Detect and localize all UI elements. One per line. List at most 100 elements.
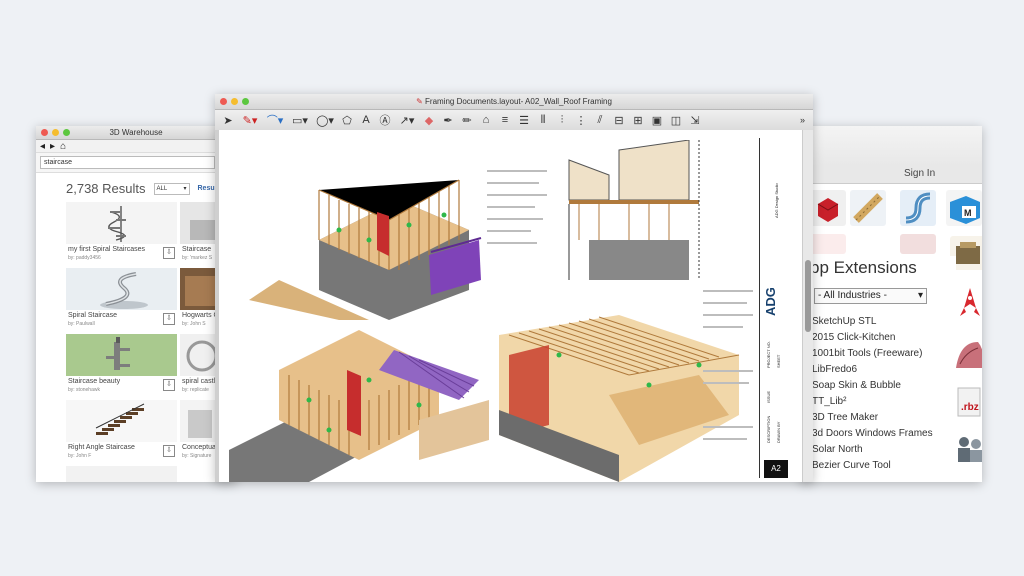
- join-tool-icon[interactable]: ⌂: [479, 113, 493, 127]
- industry-filter-select[interactable]: - All Industries -: [814, 288, 927, 304]
- model-title[interactable]: Conceptua: [182, 444, 216, 451]
- model-thumbnail[interactable]: [66, 466, 177, 482]
- extension-tile[interactable]: M: [946, 190, 982, 226]
- window-controls: [41, 129, 70, 136]
- framing-model-bottom-left[interactable]: [219, 310, 509, 482]
- zoom-button[interactable]: [63, 129, 70, 136]
- align-left-icon[interactable]: ≡: [498, 113, 512, 127]
- model-author[interactable]: by: stonehawk: [68, 387, 100, 393]
- align-top-icon[interactable]: ⫶: [555, 113, 569, 127]
- model-title[interactable]: spiral castle: [182, 378, 219, 385]
- extension-tile[interactable]: [850, 190, 886, 226]
- extension-tile[interactable]: [952, 430, 982, 466]
- download-icon[interactable]: ⇩: [163, 247, 175, 259]
- model-card[interactable]: Staircase beauty by: stonehawk ⇩: [66, 334, 177, 396]
- close-button[interactable]: [220, 98, 227, 105]
- style-tool-icon[interactable]: ✒: [441, 113, 455, 127]
- minimize-button[interactable]: [231, 98, 238, 105]
- model-card[interactable]: my first Spiral Staircases by: paddy3456…: [66, 202, 177, 264]
- minimize-button[interactable]: [52, 129, 59, 136]
- model-card[interactable]: Right Angle Staircase by: John F ⇩: [66, 400, 177, 462]
- scroll-thumb[interactable]: [805, 260, 811, 332]
- extension-list-item[interactable]: Bezier Curve Tool: [812, 458, 933, 474]
- eraser-tool-icon[interactable]: ◆: [422, 113, 436, 127]
- download-icon[interactable]: ⇩: [163, 313, 175, 325]
- roof-model[interactable]: [499, 315, 749, 482]
- group-icon[interactable]: ⊞: [631, 113, 645, 127]
- text-tool-icon[interactable]: A: [359, 113, 373, 127]
- extension-tile[interactable]: [900, 190, 936, 226]
- circle-tool-icon[interactable]: ◯▾: [315, 113, 335, 127]
- send-backward-icon[interactable]: ◫: [669, 113, 683, 127]
- search-input[interactable]: staircase: [40, 156, 215, 169]
- drawing-sheet[interactable]: ADG Design Studio ADG PROJECT NO. ISSUE …: [219, 130, 802, 482]
- extension-list-item[interactable]: Soap Skin & Bubble: [812, 378, 933, 394]
- align-right-icon[interactable]: ⫴: [536, 113, 550, 127]
- framing-model-top-left[interactable]: [219, 130, 519, 320]
- split-tool-icon[interactable]: ✏: [460, 113, 474, 127]
- extension-tile[interactable]: [810, 190, 846, 226]
- model-title[interactable]: Staircase beauty: [68, 378, 120, 385]
- align-center-icon[interactable]: ☰: [517, 113, 531, 127]
- extension-list-item[interactable]: 3d Doors Windows Frames: [812, 426, 933, 442]
- distribute-icon[interactable]: ⊟: [612, 113, 626, 127]
- model-author[interactable]: by: Paulwall: [68, 321, 95, 327]
- model-card[interactable]: Spiral Staircase by: Paulwall ⇩: [66, 268, 177, 330]
- model-author[interactable]: by: John S: [182, 321, 206, 327]
- results-filter-select[interactable]: ALL: [153, 182, 190, 195]
- label-tool-icon[interactable]: Ⓐ: [378, 113, 392, 127]
- extension-list-item[interactable]: Solar North: [812, 442, 933, 458]
- extension-warehouse-window: Sign In M .rbz pp Extensions - All Indus…: [800, 126, 982, 482]
- bring-forward-icon[interactable]: ▣: [650, 113, 664, 127]
- extension-tile[interactable]: [900, 234, 936, 254]
- extension-list-item[interactable]: 1001bit Tools (Freeware): [812, 346, 933, 362]
- toolbar-overflow-icon[interactable]: »: [800, 115, 805, 125]
- model-thumbnail[interactable]: [66, 334, 177, 376]
- model-thumbnail[interactable]: [66, 268, 177, 310]
- model-author[interactable]: by: 'markez S: [182, 255, 212, 261]
- extension-list-item[interactable]: TT_Lib²: [812, 394, 933, 410]
- scale-icon[interactable]: ⇲: [688, 113, 702, 127]
- extension-list-item[interactable]: 2015 Click-Kitchen: [812, 330, 933, 346]
- close-button[interactable]: [41, 129, 48, 136]
- document-canvas[interactable]: ADG Design Studio ADG PROJECT NO. ISSUE …: [215, 130, 813, 482]
- zoom-button[interactable]: [242, 98, 249, 105]
- model-title[interactable]: my first Spiral Staircases: [68, 246, 145, 253]
- model-author[interactable]: by: John F: [68, 453, 91, 459]
- extension-tile[interactable]: [952, 284, 982, 328]
- model-title[interactable]: Staircase: [182, 246, 211, 253]
- model-author[interactable]: by: replicate: [182, 387, 209, 393]
- align-bottom-icon[interactable]: ⫽: [593, 113, 607, 127]
- extension-tile[interactable]: [810, 234, 846, 254]
- forward-arrow-icon[interactable]: ▸: [50, 141, 55, 152]
- section-drawing[interactable]: [549, 140, 729, 290]
- arc-tool-icon[interactable]: ⌒▾: [265, 113, 285, 127]
- extension-list-item[interactable]: SketchUp STL: [812, 314, 933, 330]
- extension-tile[interactable]: .rbz: [952, 382, 982, 422]
- extension-list-item[interactable]: LibFredo6: [812, 362, 933, 378]
- model-title[interactable]: Hogwarts G: [182, 312, 219, 319]
- extensions-list-panel: pp Extensions - All Industries - SketchU…: [808, 256, 956, 482]
- home-icon[interactable]: ⌂: [60, 141, 66, 152]
- extension-list-item[interactable]: 3D Tree Maker: [812, 410, 933, 426]
- vertical-scrollbar[interactable]: [802, 130, 813, 482]
- model-author[interactable]: by: Signature: [182, 453, 211, 459]
- dimension-tool-icon[interactable]: ↗▾: [397, 113, 417, 127]
- extension-tile[interactable]: [952, 334, 982, 374]
- sign-in-link[interactable]: Sign In: [904, 168, 935, 179]
- model-title[interactable]: Right Angle Staircase: [68, 444, 135, 451]
- model-thumbnail[interactable]: [66, 202, 177, 244]
- rectangle-tool-icon[interactable]: ▭▾: [290, 113, 310, 127]
- sheet-label: SHEET: [776, 354, 781, 368]
- model-author[interactable]: by: paddy3456: [68, 255, 101, 261]
- align-middle-icon[interactable]: ⋮: [574, 113, 588, 127]
- model-card[interactable]: [66, 466, 177, 482]
- download-icon[interactable]: ⇩: [163, 445, 175, 457]
- model-thumbnail[interactable]: [66, 400, 177, 442]
- pencil-tool-icon[interactable]: ✎▾: [240, 113, 260, 127]
- download-icon[interactable]: ⇩: [163, 379, 175, 391]
- model-title[interactable]: Spiral Staircase: [68, 312, 117, 319]
- polygon-tool-icon[interactable]: ⬠: [340, 113, 354, 127]
- back-arrow-icon[interactable]: ◂: [40, 141, 45, 152]
- select-tool-icon[interactable]: ➤: [221, 113, 235, 127]
